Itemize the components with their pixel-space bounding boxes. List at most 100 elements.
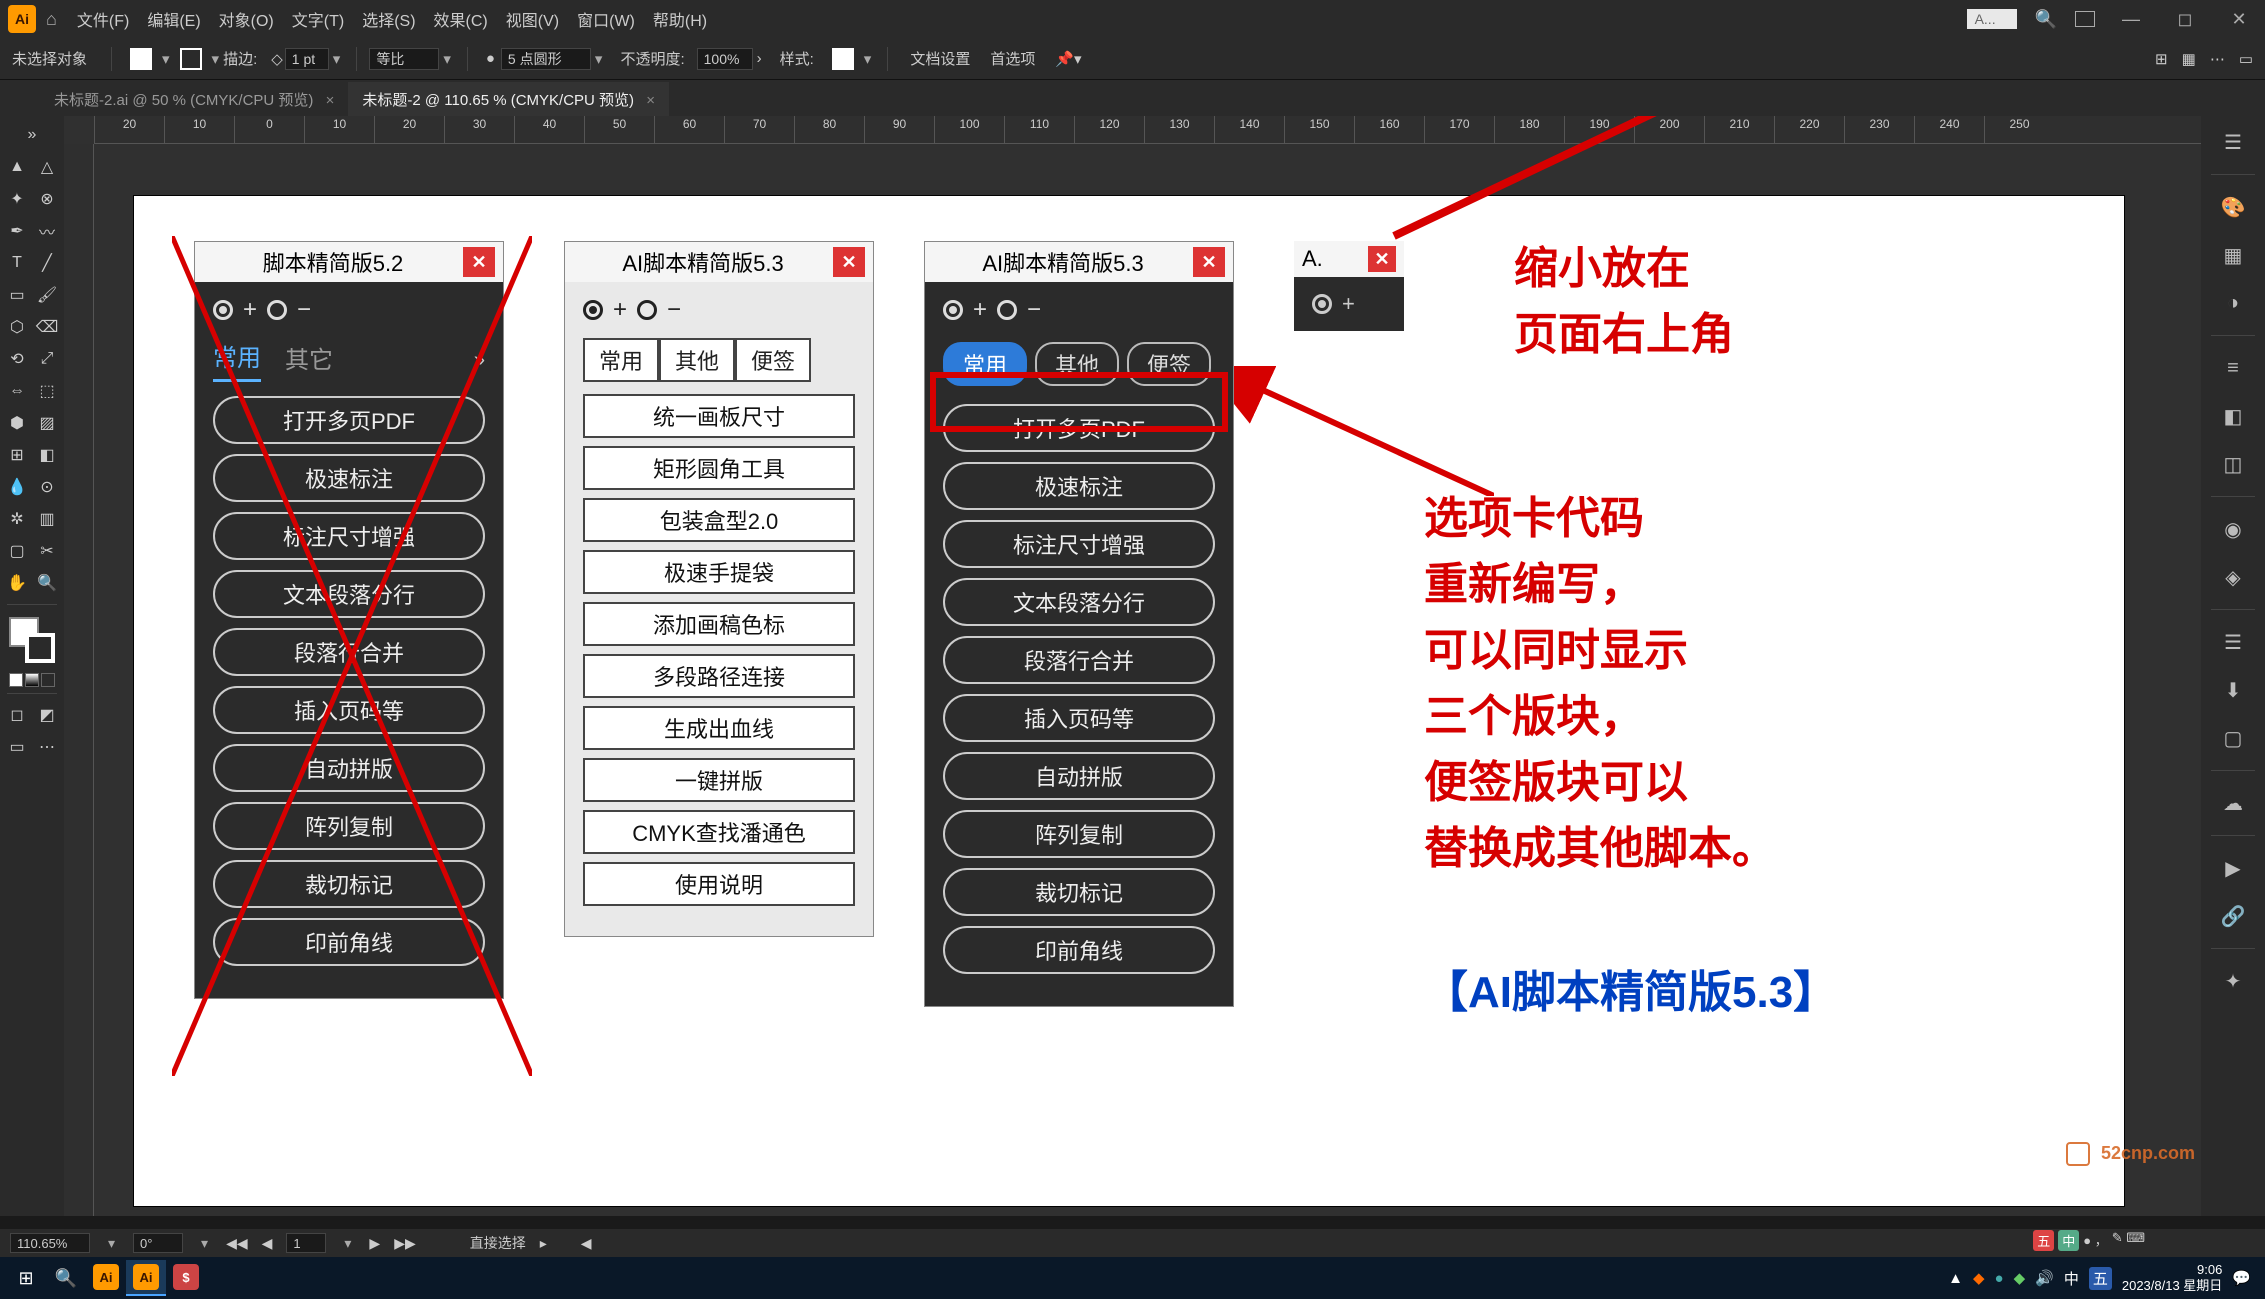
eraser-tool-icon[interactable]: ⌫ — [32, 312, 62, 342]
paintbrush-tool-icon[interactable]: 🖌 — [32, 280, 62, 310]
symbols-panel-icon[interactable]: ✦ — [2213, 961, 2253, 1001]
stroke-swatch[interactable] — [180, 48, 202, 70]
doc-tab-1[interactable]: 未标题-2.ai @ 50 % (CMYK/CPU 预览) × — [40, 82, 348, 116]
btn-bleed-line[interactable]: 生成出血线 — [583, 706, 855, 750]
btn-para-merge[interactable]: 段落行合并 — [213, 628, 485, 676]
btn-box-type[interactable]: 包装盒型2.0 — [583, 498, 855, 542]
start-icon[interactable]: ⊞ — [6, 1260, 46, 1296]
home-icon[interactable]: ⌂ — [46, 9, 57, 30]
draw-normal-icon[interactable]: ◻ — [2, 700, 32, 730]
btn-prepress-marks-2[interactable]: 印前角线 — [943, 926, 1215, 974]
fill-dropdown-icon[interactable]: ▾ — [162, 50, 170, 68]
graphic-styles-panel-icon[interactable]: ◈ — [2213, 557, 2253, 597]
gradient-panel-icon[interactable]: ◧ — [2213, 396, 2253, 436]
doc-tab-1-close-icon[interactable]: × — [326, 92, 335, 109]
artboard-tool-icon[interactable]: ▢ — [2, 536, 32, 566]
pin-icon[interactable]: 📌▾ — [1055, 50, 1081, 68]
stroke-weight-input[interactable] — [285, 48, 329, 70]
btn-crop-marks-2[interactable]: 裁切标记 — [943, 868, 1215, 916]
btn-page-number[interactable]: 插入页码等 — [213, 686, 485, 734]
selection-tool-icon[interactable]: ▲ — [2, 152, 32, 182]
stroke-dropdown-icon[interactable]: ▾ — [212, 50, 220, 68]
tray-icon-1[interactable]: ▲ — [1948, 1270, 1963, 1287]
doc-tab-2-close-icon[interactable]: × — [646, 92, 655, 109]
magic-wand-tool-icon[interactable]: ✦ — [2, 184, 32, 214]
asset-export-panel-icon[interactable]: ⬇ — [2213, 670, 2253, 710]
btn-quick-annotate-2[interactable]: 极速标注 — [943, 462, 1215, 510]
type-tool-icon[interactable]: T — [2, 248, 32, 278]
tray-icon-4[interactable]: ◆ — [2014, 1269, 2026, 1287]
btn-prepress-marks[interactable]: 印前角线 — [213, 918, 485, 966]
artboard-nav-next1-icon[interactable]: ▶ — [369, 1235, 380, 1252]
btn-multi-path-join[interactable]: 多段路径连接 — [583, 654, 855, 698]
gradient-tool-icon[interactable]: ◧ — [32, 440, 62, 470]
zoom-tool-icon[interactable]: 🔍 — [32, 568, 62, 598]
btn-page-number-2[interactable]: 插入页码等 — [943, 694, 1215, 742]
btn-dimension-enhance-2[interactable]: 标注尺寸增强 — [943, 520, 1215, 568]
screen-mode-icon[interactable]: ▭ — [2, 732, 32, 762]
opacity-input[interactable] — [697, 48, 753, 70]
menu-edit[interactable]: 编辑(E) — [147, 7, 200, 31]
ime-badge-2[interactable]: 中 — [2058, 1230, 2079, 1251]
zoom-input[interactable] — [10, 1233, 90, 1253]
panel-52-expand-icon[interactable]: » — [474, 349, 485, 372]
free-transform-tool-icon[interactable]: ⬚ — [32, 376, 62, 406]
stroke-panel-icon[interactable]: ≡ — [2213, 348, 2253, 388]
close-icon[interactable]: ✕ — [2221, 9, 2257, 30]
scale-tool-icon[interactable]: ⤢ — [32, 344, 62, 374]
panel-53-light-close-icon[interactable]: ✕ — [833, 247, 865, 277]
canvas[interactable]: 2010010203040506070809010011012013014015… — [64, 116, 2265, 1216]
doc-tab-2[interactable]: 未标题-2 @ 110.65 % (CMYK/CPU 预览) × — [348, 82, 669, 116]
btn-add-color-marks[interactable]: 添加画稿色标 — [583, 602, 855, 646]
actions-panel-icon[interactable]: ▶ — [2213, 848, 2253, 888]
menu-view[interactable]: 视图(V) — [506, 7, 559, 31]
eyedropper-tool-icon[interactable]: 💧 — [2, 472, 32, 502]
properties-panel-icon[interactable]: ☰ — [2213, 122, 2253, 162]
expand-tools-icon[interactable]: » — [17, 120, 47, 150]
btn-usage[interactable]: 使用说明 — [583, 862, 855, 906]
radio-selected-icon[interactable] — [583, 300, 603, 320]
radio-icon[interactable] — [267, 300, 287, 320]
tray-volume-icon[interactable]: 🔊 — [2035, 1269, 2054, 1287]
panel-52-close-icon[interactable]: ✕ — [463, 247, 495, 277]
menu-type[interactable]: 文字(T) — [292, 7, 344, 31]
maximize-icon[interactable]: ◻ — [2167, 9, 2203, 30]
notification-icon[interactable]: 💬 — [2232, 1269, 2251, 1287]
btn-auto-impose-2[interactable]: 自动拼版 — [943, 752, 1215, 800]
radio-selected-icon[interactable] — [943, 300, 963, 320]
search-icon[interactable]: 🔍 — [2035, 9, 2057, 30]
shaper-tool-icon[interactable]: ⬡ — [2, 312, 32, 342]
status-dropdown-icon[interactable]: ▸ — [540, 1235, 547, 1252]
search-taskbar-icon[interactable]: 🔍 — [46, 1260, 86, 1296]
links-panel-icon[interactable]: 🔗 — [2213, 896, 2253, 936]
brush-select[interactable] — [501, 48, 591, 70]
symbol-sprayer-tool-icon[interactable]: ✲ — [2, 504, 32, 534]
taskbar-app-other[interactable]: $ — [166, 1260, 206, 1296]
btn-quick-annotate[interactable]: 极速标注 — [213, 454, 485, 502]
btn-auto-impose[interactable]: 自动拼版 — [213, 744, 485, 792]
transparency-panel-icon[interactable]: ◫ — [2213, 444, 2253, 484]
btn-array-copy[interactable]: 阵列复制 — [213, 802, 485, 850]
btn-crop-marks[interactable]: 裁切标记 — [213, 860, 485, 908]
rotation-input[interactable] — [133, 1233, 183, 1253]
panel-53-light-tab-other[interactable]: 其他 — [659, 338, 735, 382]
taskbar-app-ai-1[interactable]: Ai — [86, 1260, 126, 1296]
fill-swatch[interactable] — [130, 48, 152, 70]
taskbar-app-ai-2[interactable]: Ai — [126, 1260, 166, 1296]
ime-badge-3[interactable]: ● ， — [2083, 1230, 2107, 1251]
radio-icon[interactable] — [637, 300, 657, 320]
mesh-tool-icon[interactable]: ⊞ — [2, 440, 32, 470]
menu-select[interactable]: 选择(S) — [362, 7, 415, 31]
minimize-icon[interactable]: — — [2113, 9, 2149, 30]
panel-52-tab-other[interactable]: 其它 — [285, 340, 333, 381]
line-tool-icon[interactable]: ╱ — [32, 248, 62, 278]
workspace-switcher-icon[interactable] — [2075, 11, 2095, 27]
radio-selected-icon[interactable] — [213, 300, 233, 320]
ime-badge-1[interactable]: 五 — [2033, 1230, 2054, 1251]
shape-builder-tool-icon[interactable]: ⬢ — [2, 408, 32, 438]
panel-mini-close-icon[interactable]: ✕ — [1368, 246, 1396, 272]
tray-icon-3[interactable]: ● — [1995, 1270, 2004, 1287]
uniform-select[interactable] — [369, 48, 439, 70]
btn-unify-artboard[interactable]: 统一画板尺寸 — [583, 394, 855, 438]
lasso-tool-icon[interactable]: ⊗ — [32, 184, 62, 214]
